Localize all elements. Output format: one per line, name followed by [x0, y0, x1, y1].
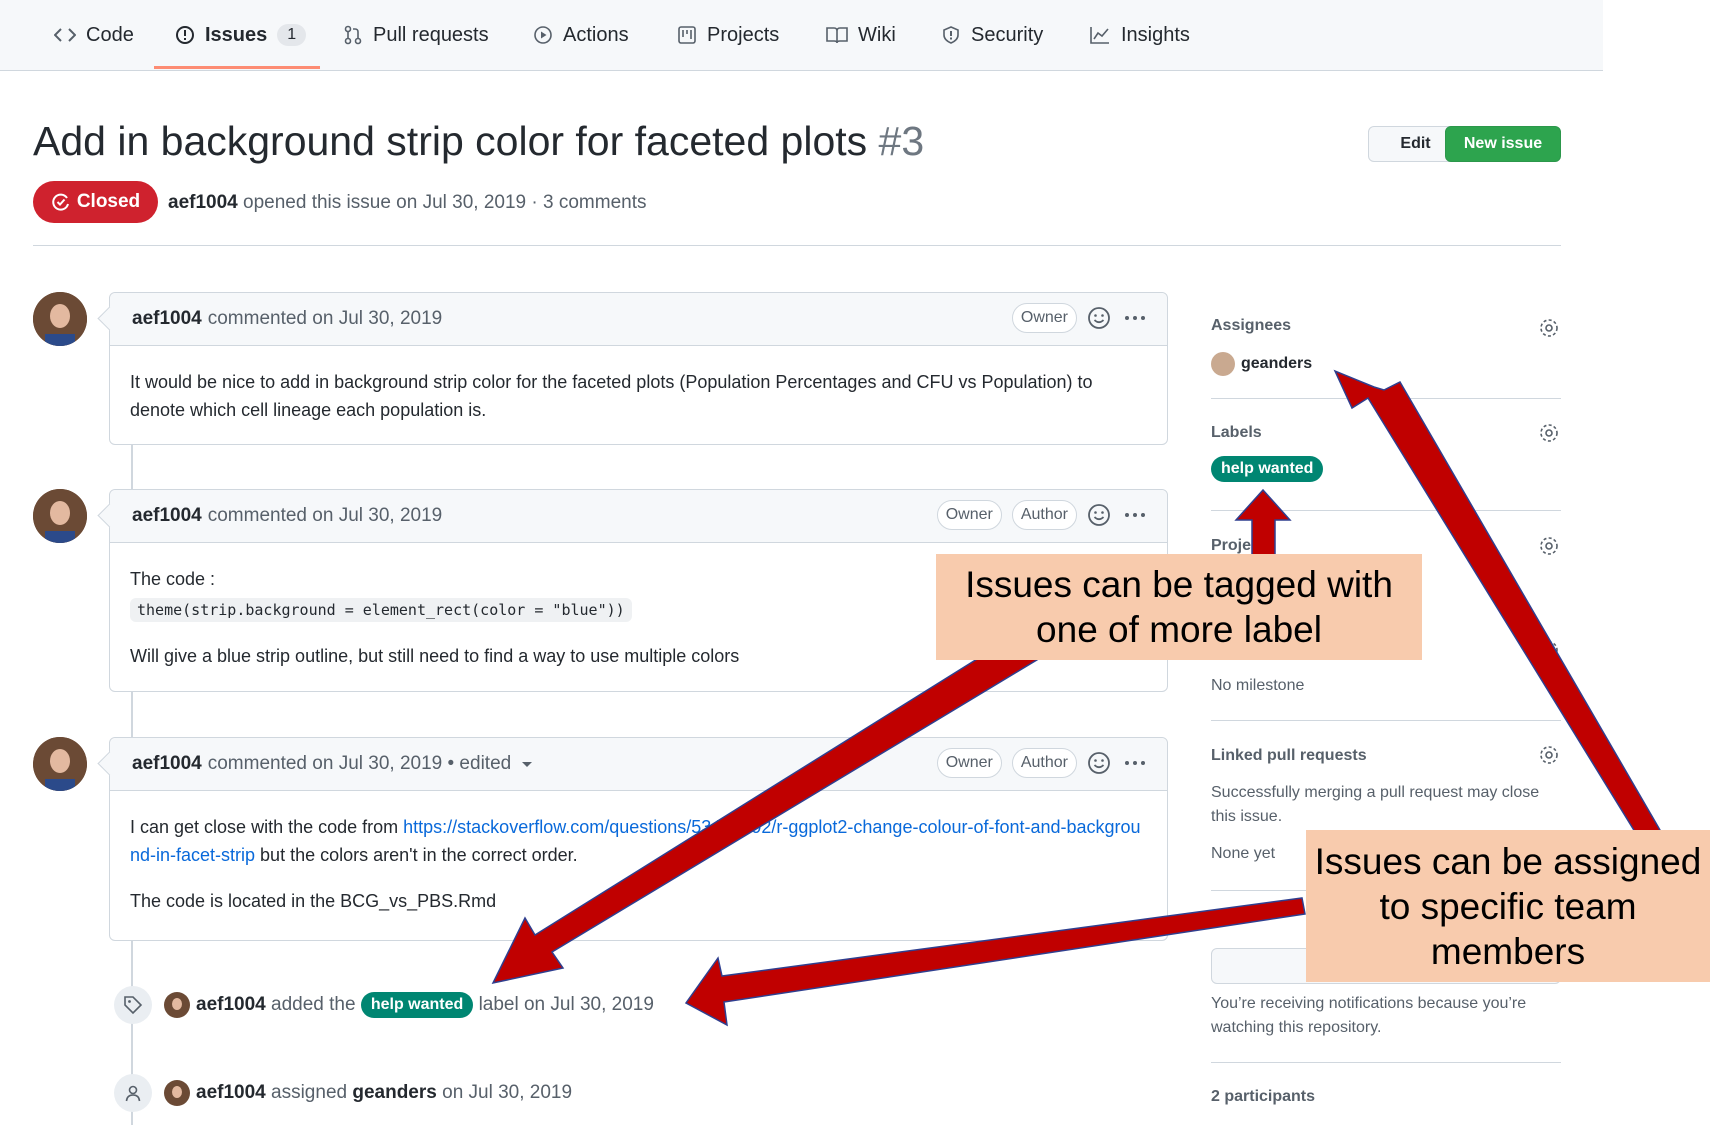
assign-callout: Issues can be assigned to specific team … — [1306, 830, 1710, 982]
label-callout: Issues can be tagged with one of more la… — [936, 554, 1422, 660]
arrow-to-event-label — [491, 625, 1052, 985]
arrow-to-event-line — [684, 897, 1306, 1027]
